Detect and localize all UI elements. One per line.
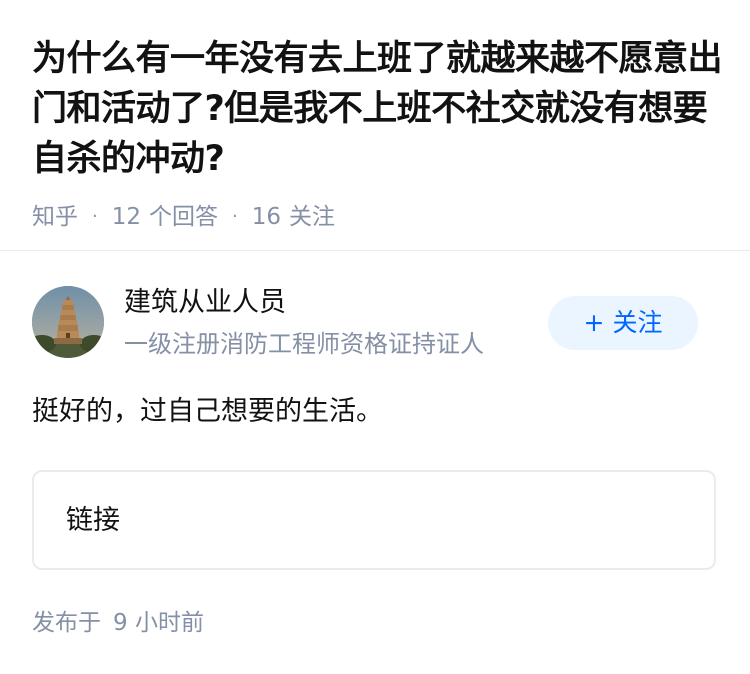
publish-prefix: 发布于 [32,610,101,636]
question-header: 为什么有一年没有去上班了就越来越不愿意出门和活动了?但是我不上班不社交就没有想要… [32,34,723,232]
answers-count: 12 [111,204,142,230]
question-meta: 知乎 · 12 个回答 · 16 关注 [32,202,722,232]
link-card-label: 链接 [66,505,120,536]
author-name[interactable]: 建筑从业人员 [124,286,286,320]
publish-info: 发布于 9 小时前 [32,606,204,640]
separator-dot: · [92,206,98,227]
publish-time: 9 小时前 [113,610,204,636]
follow-button[interactable]: + 关注 [548,296,698,350]
followers-label[interactable]: 关注 [289,202,335,232]
followers-count: 16 [251,204,282,230]
author-description: 一级注册消防工程师资格证持证人 [124,330,484,358]
section-divider [0,250,750,251]
separator-dot: · [232,206,238,227]
link-card[interactable]: 链接 [32,470,716,570]
avatar[interactable] [32,286,104,358]
source-label[interactable]: 知乎 [32,202,78,232]
answer-content: 挺好的，过自己想要的生活。 [32,396,383,427]
pagoda-avatar-icon [32,286,104,358]
answers-label[interactable]: 个回答 [149,202,218,232]
author-row: 建筑从业人员 一级注册消防工程师资格证持证人 + 关注 [32,286,718,360]
question-title[interactable]: 为什么有一年没有去上班了就越来越不愿意出门和活动了?但是我不上班不社交就没有想要… [32,34,723,184]
